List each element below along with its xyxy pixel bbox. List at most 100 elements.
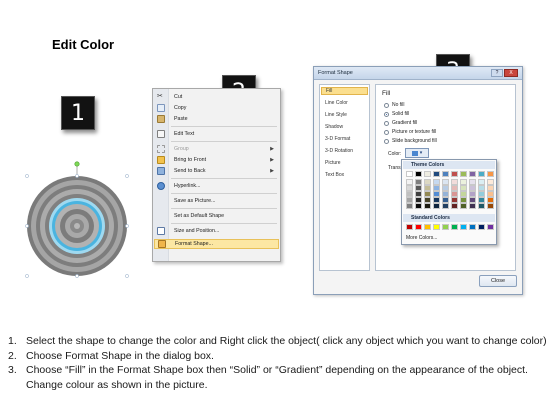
menu-item-cut[interactable]: ✂ Cut	[153, 92, 280, 102]
color-swatch[interactable]	[424, 203, 431, 209]
radio-solid-fill[interactable]: Solid fill	[384, 111, 409, 117]
help-button[interactable]: ?	[491, 69, 503, 77]
color-swatch[interactable]	[460, 171, 467, 177]
copy-icon	[157, 104, 165, 112]
nav-item-line-style[interactable]: Line Style	[325, 112, 347, 118]
color-swatch[interactable]	[442, 224, 449, 230]
radio-label: Solid fill	[392, 111, 410, 117]
menu-item-group: Group ▶	[153, 144, 280, 154]
instruction-step-3: 3. Choose “Fill” in the Format Shape box…	[8, 363, 556, 392]
menu-item-save-as-picture[interactable]: Save as Picture...	[153, 196, 280, 206]
color-swatch[interactable]	[433, 224, 440, 230]
color-swatch[interactable]	[406, 224, 413, 230]
color-swatch[interactable]	[469, 224, 476, 230]
menu-item-label: Paste	[174, 116, 188, 122]
color-swatch[interactable]	[478, 224, 485, 230]
radio-icon	[384, 102, 389, 108]
menu-separator	[171, 178, 277, 179]
nav-item-text-box[interactable]: Text Box	[325, 172, 344, 178]
page-title: Edit Color	[52, 37, 115, 52]
step-number: 3.	[8, 364, 17, 376]
color-swatch[interactable]	[478, 203, 485, 209]
color-swatch[interactable]	[424, 171, 431, 177]
submenu-arrow-icon: ▶	[270, 146, 274, 152]
instruction-step-1: 1. Select the shape to change the color …	[8, 334, 556, 349]
hyperlink-icon	[157, 182, 165, 190]
color-swatch[interactable]	[487, 171, 494, 177]
radio-selected-icon	[384, 111, 389, 117]
color-swatch[interactable]	[406, 203, 413, 209]
radio-no-fill[interactable]: No fill	[384, 102, 405, 108]
color-swatch[interactable]	[451, 224, 458, 230]
menu-item-bring-to-front[interactable]: Bring to Front ▶	[153, 155, 280, 165]
size-position-icon	[157, 227, 165, 235]
color-swatch[interactable]	[460, 203, 467, 209]
menu-separator	[171, 223, 277, 224]
fill-heading: Fill	[382, 90, 391, 97]
more-colors-link[interactable]: More Colors...	[406, 235, 437, 241]
radio-picture-fill[interactable]: Picture or texture fill	[384, 129, 436, 135]
menu-item-label: Group	[174, 146, 189, 152]
send-to-back-icon	[157, 167, 165, 175]
menu-separator	[171, 208, 277, 209]
close-icon[interactable]: X	[504, 69, 518, 77]
nav-item-3d-rotation[interactable]: 3-D Rotation	[325, 148, 353, 154]
color-swatch[interactable]	[433, 203, 440, 209]
color-swatch[interactable]	[451, 203, 458, 209]
menu-item-hyperlink[interactable]: Hyperlink...	[153, 181, 280, 191]
color-swatch[interactable]	[487, 224, 494, 230]
color-swatch[interactable]	[451, 171, 458, 177]
standard-colors-heading: Standard Colors	[403, 214, 495, 222]
nav-item-shadow[interactable]: Shadow	[325, 124, 343, 130]
step-badge-1: 1	[61, 96, 95, 130]
menu-item-label: Bring to Front	[174, 157, 207, 163]
menu-item-size-and-position[interactable]: Size and Position...	[153, 226, 280, 236]
color-swatch[interactable]	[415, 224, 422, 230]
group-icon	[157, 145, 165, 153]
color-swatch[interactable]	[460, 224, 467, 230]
color-swatch[interactable]	[487, 203, 494, 209]
color-dropdown-button[interactable]: ▾	[405, 148, 429, 158]
color-swatch[interactable]	[433, 171, 440, 177]
color-swatch[interactable]	[406, 171, 413, 177]
color-swatch[interactable]	[469, 171, 476, 177]
target-shape[interactable]	[22, 160, 132, 284]
chevron-down-icon: ▾	[419, 150, 423, 156]
nav-item-fill[interactable]: Fill	[321, 87, 368, 95]
radio-slide-background-fill[interactable]: Slide background fill	[384, 138, 437, 144]
color-swatch[interactable]	[415, 203, 422, 209]
menu-item-label: Set as Default Shape	[174, 213, 225, 219]
color-swatch[interactable]	[424, 224, 431, 230]
step-text: Select the shape to change the color and…	[26, 335, 547, 347]
color-swatch[interactable]	[469, 203, 476, 209]
edit-text-icon	[157, 130, 165, 138]
bring-to-front-icon	[157, 156, 165, 164]
color-swatch[interactable]	[478, 171, 485, 177]
menu-item-edit-text[interactable]: Edit Text	[153, 129, 280, 139]
menu-item-format-shape[interactable]: Format Shape...	[154, 239, 279, 249]
nav-item-line-color[interactable]: Line Color	[325, 100, 348, 106]
radio-gradient-fill[interactable]: Gradient fill	[384, 120, 417, 126]
color-label: Color:	[388, 151, 402, 157]
nav-item-picture[interactable]: Picture	[325, 160, 341, 166]
radio-label: No fill	[392, 102, 405, 108]
nav-item-3d-format[interactable]: 3-D Format	[325, 136, 350, 142]
menu-item-set-default-shape[interactable]: Set as Default Shape	[153, 211, 280, 221]
radio-label: Slide background fill	[392, 138, 437, 144]
radio-label: Picture or texture fill	[392, 129, 437, 135]
standard-colors-row	[406, 224, 494, 230]
menu-separator	[171, 126, 277, 127]
instruction-step-2: 2. Choose Format Shape in the dialog box…	[8, 349, 556, 364]
dialog-titlebar: Format Shape ? X	[314, 67, 522, 80]
step-number: 2.	[8, 349, 17, 362]
menu-item-copy[interactable]: Copy	[153, 103, 280, 113]
menu-item-paste[interactable]: Paste	[153, 114, 280, 124]
color-swatch[interactable]	[415, 171, 422, 177]
menu-item-send-to-back[interactable]: Send to Back ▶	[153, 166, 280, 176]
color-swatch[interactable]	[442, 203, 449, 209]
color-picker-dropdown: Theme Colors Standard Colors More Colors…	[401, 159, 497, 245]
color-swatch[interactable]	[442, 171, 449, 177]
scissors-icon: ✂	[157, 93, 163, 100]
close-button[interactable]: Close	[479, 275, 517, 287]
theme-colors-top-row	[406, 171, 494, 177]
